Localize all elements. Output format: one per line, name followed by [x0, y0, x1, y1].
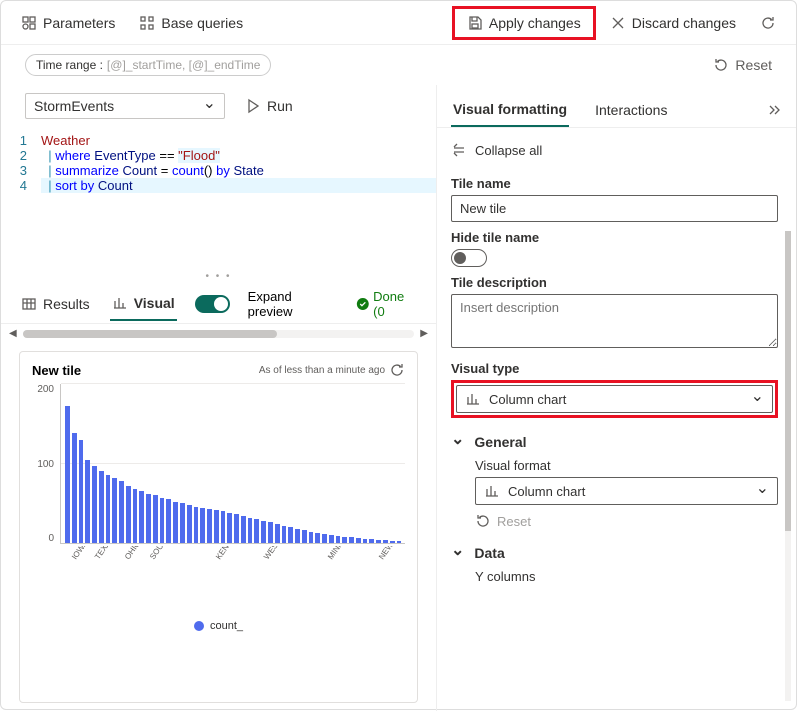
save-icon — [467, 15, 483, 31]
run-button[interactable]: Run — [237, 94, 301, 118]
time-range-pill[interactable]: Time range : [@]_startTime, [@]_endTime — [25, 54, 271, 76]
reset-button[interactable]: Reset — [713, 57, 772, 73]
line-number: 2 — [1, 148, 41, 163]
time-range-value: [@]_startTime, [@]_endTime — [107, 58, 261, 72]
status-done-label: Done (0 — [373, 289, 418, 319]
section-general[interactable]: General — [451, 434, 778, 450]
line-number: 4 — [1, 178, 41, 193]
chart-plot-area: 200 100 0 — [32, 384, 405, 544]
query-pane: StormEvents Run 1Weather 2 | where Event… — [1, 85, 437, 711]
undo-icon — [713, 57, 729, 73]
chevron-down-icon — [203, 98, 216, 114]
line-number: 3 — [1, 163, 41, 178]
formatting-pane: Visual formatting Interactions Collapse … — [437, 85, 796, 711]
column-chart-icon — [465, 391, 481, 407]
datasource-value: StormEvents — [34, 98, 114, 114]
refresh-button[interactable] — [750, 11, 786, 35]
tab-results[interactable]: Results — [19, 288, 92, 320]
time-range-prefix: Time range : — [36, 58, 103, 72]
visual-type-highlight: Column chart — [451, 380, 778, 418]
tile-description-input[interactable] — [451, 294, 778, 348]
chevron-down-icon — [451, 434, 464, 450]
play-icon — [245, 98, 261, 114]
collapse-icon — [451, 142, 467, 158]
tab-visual-label: Visual — [134, 295, 175, 311]
chart-icon — [112, 295, 128, 311]
chart-title: New tile — [32, 363, 81, 378]
format-tabs: Visual formatting Interactions — [437, 85, 796, 128]
datasource-dropdown[interactable]: StormEvents — [25, 93, 225, 119]
expand-preview-toggle[interactable] — [195, 295, 230, 313]
reset-label: Reset — [735, 57, 772, 73]
pane-resize-handle[interactable]: • • • — [1, 269, 436, 284]
parameters-label: Parameters — [43, 15, 115, 31]
undo-icon — [475, 513, 491, 529]
reset-section-button[interactable]: Reset — [451, 505, 778, 529]
line-number: 1 — [1, 133, 41, 148]
section-general-label: General — [474, 434, 526, 450]
refresh-icon — [760, 15, 776, 31]
apply-changes-label: Apply changes — [489, 15, 581, 31]
tab-interactions[interactable]: Interactions — [593, 94, 669, 126]
chart-asof: As of less than a minute ago — [259, 362, 405, 378]
expand-preview-label: Expand preview — [248, 289, 338, 319]
y-axis: 200 100 0 — [32, 384, 60, 544]
base-queries-label: Base queries — [161, 15, 243, 31]
vertical-scrollbar[interactable] — [785, 231, 791, 701]
base-queries-icon — [139, 15, 155, 31]
section-data-label: Data — [474, 545, 504, 561]
refresh-icon[interactable] — [389, 362, 405, 378]
tab-results-label: Results — [43, 296, 90, 312]
collapse-all-button[interactable]: Collapse all — [451, 138, 778, 168]
column-chart-icon — [484, 483, 500, 499]
query-editor[interactable]: 1Weather 2 | where EventType == "Flood" … — [1, 127, 436, 199]
base-queries-button[interactable]: Base queries — [129, 11, 253, 35]
status-done: Done (0 — [356, 289, 418, 319]
chevron-down-icon — [451, 545, 464, 561]
apply-changes-highlight: Apply changes — [452, 6, 596, 40]
section-data[interactable]: Data — [451, 545, 778, 561]
legend-label: count_ — [210, 620, 243, 632]
filter-row: Time range : [@]_startTime, [@]_endTime … — [1, 45, 796, 85]
tab-visual[interactable]: Visual — [110, 287, 177, 321]
visual-type-value: Column chart — [489, 392, 566, 407]
top-toolbar: Parameters Base queries Apply changes Di… — [1, 1, 796, 45]
y-columns-label: Y columns — [475, 569, 778, 584]
visual-format-value: Column chart — [508, 484, 585, 499]
run-label: Run — [267, 98, 293, 114]
bars-container — [60, 384, 405, 544]
chart-legend: count_ — [32, 616, 405, 636]
table-icon — [21, 296, 37, 312]
visual-type-label: Visual type — [451, 361, 778, 376]
tile-description-label: Tile description — [451, 275, 778, 290]
reset-section-label: Reset — [497, 514, 531, 529]
close-icon — [610, 15, 626, 31]
discard-changes-label: Discard changes — [632, 15, 736, 31]
parameters-button[interactable]: Parameters — [11, 11, 125, 35]
tile-name-label: Tile name — [451, 176, 778, 191]
discard-changes-button[interactable]: Discard changes — [600, 11, 746, 35]
visual-format-select[interactable]: Column chart — [475, 477, 778, 505]
tile-name-input[interactable] — [451, 195, 778, 222]
x-axis: IOWATEXASOHIOSOUTH DAKOTAKENTUCKYWEST VI… — [32, 546, 405, 616]
parameters-icon — [21, 15, 37, 31]
chevron-down-icon — [751, 392, 764, 407]
legend-marker — [194, 621, 204, 631]
visual-type-select[interactable]: Column chart — [456, 385, 773, 413]
result-tabs: Results Visual Expand preview Done (0 — [1, 284, 436, 324]
collapse-all-label: Collapse all — [475, 143, 542, 158]
hide-tile-name-toggle[interactable] — [451, 249, 487, 267]
apply-changes-button[interactable]: Apply changes — [465, 11, 583, 35]
hide-tile-name-label: Hide tile name — [451, 230, 778, 245]
chevron-down-icon — [756, 484, 769, 499]
chart-tile: New tile As of less than a minute ago 20… — [19, 351, 418, 703]
horizontal-scroll[interactable]: ◀ ▶ — [1, 324, 436, 343]
visual-format-label: Visual format — [475, 458, 778, 473]
more-icon[interactable] — [766, 102, 782, 118]
tab-visual-formatting[interactable]: Visual formatting — [451, 93, 569, 127]
